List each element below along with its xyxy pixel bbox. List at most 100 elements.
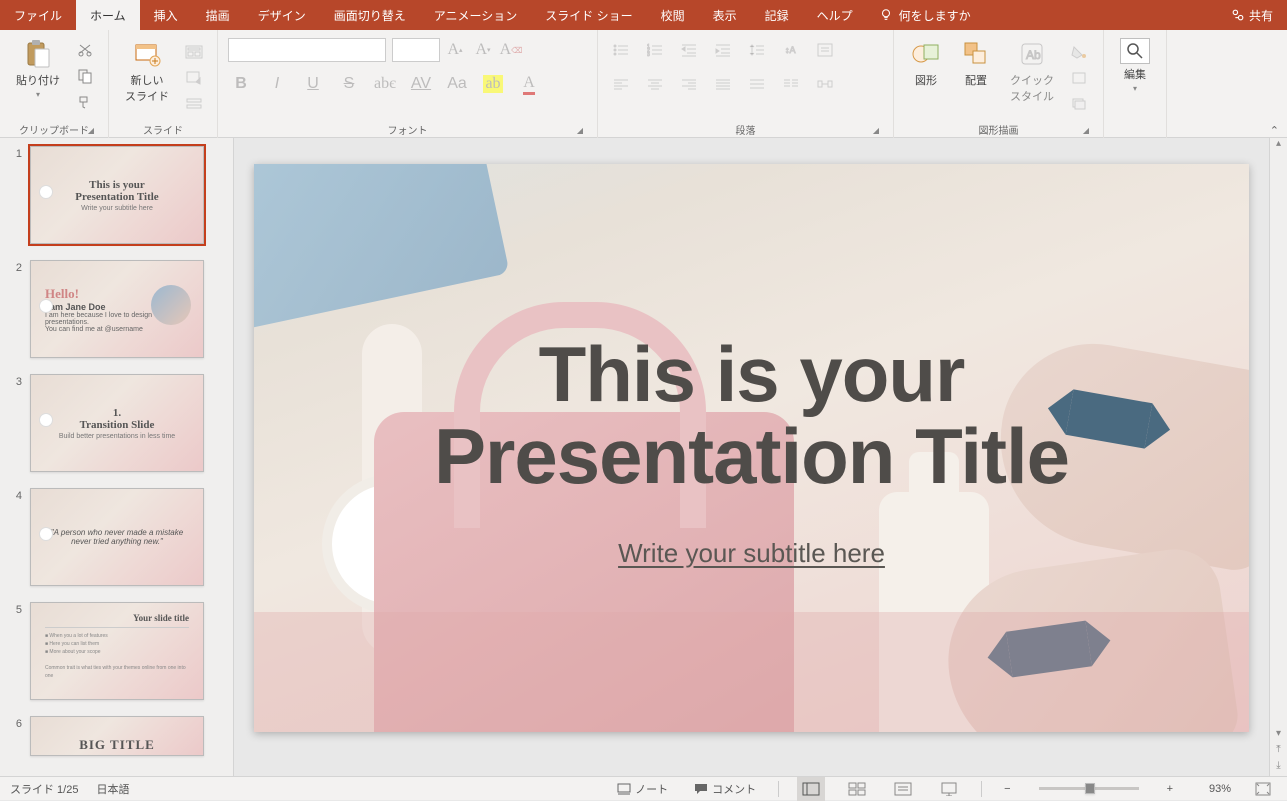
shapes-button[interactable]: 図形 xyxy=(904,34,948,92)
tab-home[interactable]: ホーム xyxy=(76,0,140,30)
slide-title-line2[interactable]: Presentation Title xyxy=(254,416,1249,498)
grow-font-button[interactable]: A▴ xyxy=(442,38,468,62)
tab-help[interactable]: ヘルプ xyxy=(803,0,867,30)
slide-thumbnails-panel[interactable]: 1 This is your Presentation Title Write … xyxy=(0,138,234,776)
notes-label: ノート xyxy=(635,781,668,797)
arrange-button[interactable]: 配置 xyxy=(954,34,998,92)
scroll-down-button[interactable]: ▾ xyxy=(1270,728,1287,744)
font-color-button[interactable]: A xyxy=(516,72,542,96)
bullets-button[interactable] xyxy=(608,38,634,62)
vertical-scrollbar[interactable]: ▴ ▾ ⤒ ⤓ xyxy=(1269,138,1287,776)
thumbnail-slide-1[interactable]: This is your Presentation Title Write yo… xyxy=(30,146,204,244)
slide-title-line1[interactable]: This is your xyxy=(254,334,1249,416)
fit-to-window-button[interactable] xyxy=(1249,777,1277,801)
paste-button[interactable]: 貼り付け ▾ xyxy=(10,34,66,103)
scroll-up-button[interactable]: ▴ xyxy=(1270,138,1287,154)
columns-button[interactable] xyxy=(778,72,804,96)
line-spacing-button[interactable] xyxy=(744,38,770,62)
editing-button[interactable]: 編集 ▾ xyxy=(1114,34,1156,97)
slide-layout-button[interactable] xyxy=(181,40,207,64)
content-area: 1 This is your Presentation Title Write … xyxy=(0,138,1287,776)
zoom-in-button[interactable]: + xyxy=(1163,777,1177,801)
tab-file[interactable]: ファイル xyxy=(0,0,76,30)
paragraph-group-label: 段落 xyxy=(736,122,756,137)
slide-reset-button[interactable] xyxy=(181,66,207,90)
align-center-button[interactable] xyxy=(642,72,668,96)
language-indicator[interactable]: 日本語 xyxy=(96,781,129,797)
tab-draw[interactable]: 描画 xyxy=(192,0,244,30)
slide-section-button[interactable] xyxy=(181,92,207,116)
comments-button[interactable]: コメント xyxy=(690,777,760,801)
clear-formatting-button[interactable]: A⌫ xyxy=(498,38,524,62)
tab-review[interactable]: 校閲 xyxy=(647,0,699,30)
paragraph-dialog-launcher[interactable]: ◢ xyxy=(871,126,881,136)
thumbnail-slide-2[interactable]: Hello! I am Jane Doe I am here because I… xyxy=(30,260,204,358)
cut-button[interactable] xyxy=(72,38,98,62)
zoom-slider[interactable] xyxy=(1039,787,1139,790)
slide-canvas[interactable]: This is your Presentation Title Write yo… xyxy=(254,164,1249,732)
smartart-button[interactable] xyxy=(812,72,838,96)
next-slide-button[interactable]: ⤓ xyxy=(1270,760,1287,776)
zoom-value[interactable]: 93% xyxy=(1195,783,1231,795)
character-spacing-button[interactable]: AV xyxy=(408,72,434,96)
shape-fill-button[interactable] xyxy=(1066,40,1092,64)
tab-recording[interactable]: 記録 xyxy=(751,0,803,30)
change-case-button[interactable]: Aa xyxy=(444,72,470,96)
quick-styles-button[interactable]: Ab クイック スタイル xyxy=(1004,34,1060,108)
tab-insert[interactable]: 挿入 xyxy=(140,0,192,30)
slide-canvas-area[interactable]: This is your Presentation Title Write yo… xyxy=(234,138,1269,776)
justify-button[interactable] xyxy=(710,72,736,96)
font-size-combo[interactable] xyxy=(392,38,440,62)
text-shadow-button[interactable]: abє xyxy=(372,72,398,96)
status-bar: スライド 1/25 日本語 ノート コメント − + 93% xyxy=(0,776,1287,800)
prev-slide-button[interactable]: ⤒ xyxy=(1270,744,1287,760)
tab-transitions[interactable]: 画面切り替え xyxy=(320,0,420,30)
new-slide-button[interactable]: 新しい スライド xyxy=(119,34,175,108)
reading-view-button[interactable] xyxy=(889,777,917,801)
bold-button[interactable]: B xyxy=(228,72,254,96)
share-button[interactable]: 共有 xyxy=(1231,7,1273,24)
font-dialog-launcher[interactable]: ◢ xyxy=(575,126,585,136)
align-left-button[interactable] xyxy=(608,72,634,96)
slide-counter[interactable]: スライド 1/25 xyxy=(10,781,78,797)
align-text-button[interactable] xyxy=(812,38,838,62)
text-highlight-button[interactable]: ab xyxy=(480,72,506,96)
tab-view[interactable]: 表示 xyxy=(699,0,751,30)
shape-outline-button[interactable] xyxy=(1066,66,1092,90)
svg-text:3: 3 xyxy=(647,52,650,57)
drawing-dialog-launcher[interactable]: ◢ xyxy=(1081,126,1091,136)
slide-subtitle[interactable]: Write your subtitle here xyxy=(254,538,1249,569)
increase-indent-button[interactable] xyxy=(710,38,736,62)
ribbon-group-editing: 編集 ▾ xyxy=(1104,30,1167,138)
notes-button[interactable]: ノート xyxy=(613,777,672,801)
italic-button[interactable]: I xyxy=(264,72,290,96)
text-direction-button[interactable]: ↕A xyxy=(778,38,804,62)
new-slide-label: 新しい スライド xyxy=(125,72,169,104)
collapse-ribbon-button[interactable]: ⌃ xyxy=(1270,124,1279,137)
shrink-font-button[interactable]: A▾ xyxy=(470,38,496,62)
clipboard-dialog-launcher[interactable]: ◢ xyxy=(86,126,96,136)
distribute-button[interactable] xyxy=(744,72,770,96)
align-right-button[interactable] xyxy=(676,72,702,96)
tab-design[interactable]: デザイン xyxy=(244,0,320,30)
thumbnail-slide-6[interactable]: BIG TITLE xyxy=(30,716,204,756)
zoom-out-button[interactable]: − xyxy=(1000,777,1014,801)
tell-me-search[interactable]: 何をしますか xyxy=(879,7,971,24)
numbering-button[interactable]: 123 xyxy=(642,38,668,62)
tab-slideshow[interactable]: スライド ショー xyxy=(531,0,646,30)
shape-effects-button[interactable] xyxy=(1066,92,1092,116)
thumbnail-slide-5[interactable]: Your slide title ■ When you a lot of fea… xyxy=(30,602,204,700)
thumbnail-slide-3[interactable]: 1. Transition Slide Build better present… xyxy=(30,374,204,472)
strikethrough-button[interactable]: S xyxy=(336,72,362,96)
underline-button[interactable]: U xyxy=(300,72,326,96)
decrease-indent-button[interactable] xyxy=(676,38,702,62)
thumbnail-slide-4[interactable]: "A person who never made a mistake never… xyxy=(30,488,204,586)
tab-animations[interactable]: アニメーション xyxy=(420,0,532,30)
format-painter-button[interactable] xyxy=(72,90,98,114)
copy-button[interactable] xyxy=(72,64,98,88)
ribbon-group-font: A▴ A▾ A⌫ B I U S abє AV Aa ab A フォント◢ xyxy=(218,30,598,138)
slideshow-view-button[interactable] xyxy=(935,777,963,801)
slide-sorter-view-button[interactable] xyxy=(843,777,871,801)
normal-view-button[interactable] xyxy=(797,777,825,801)
font-family-combo[interactable] xyxy=(228,38,386,62)
